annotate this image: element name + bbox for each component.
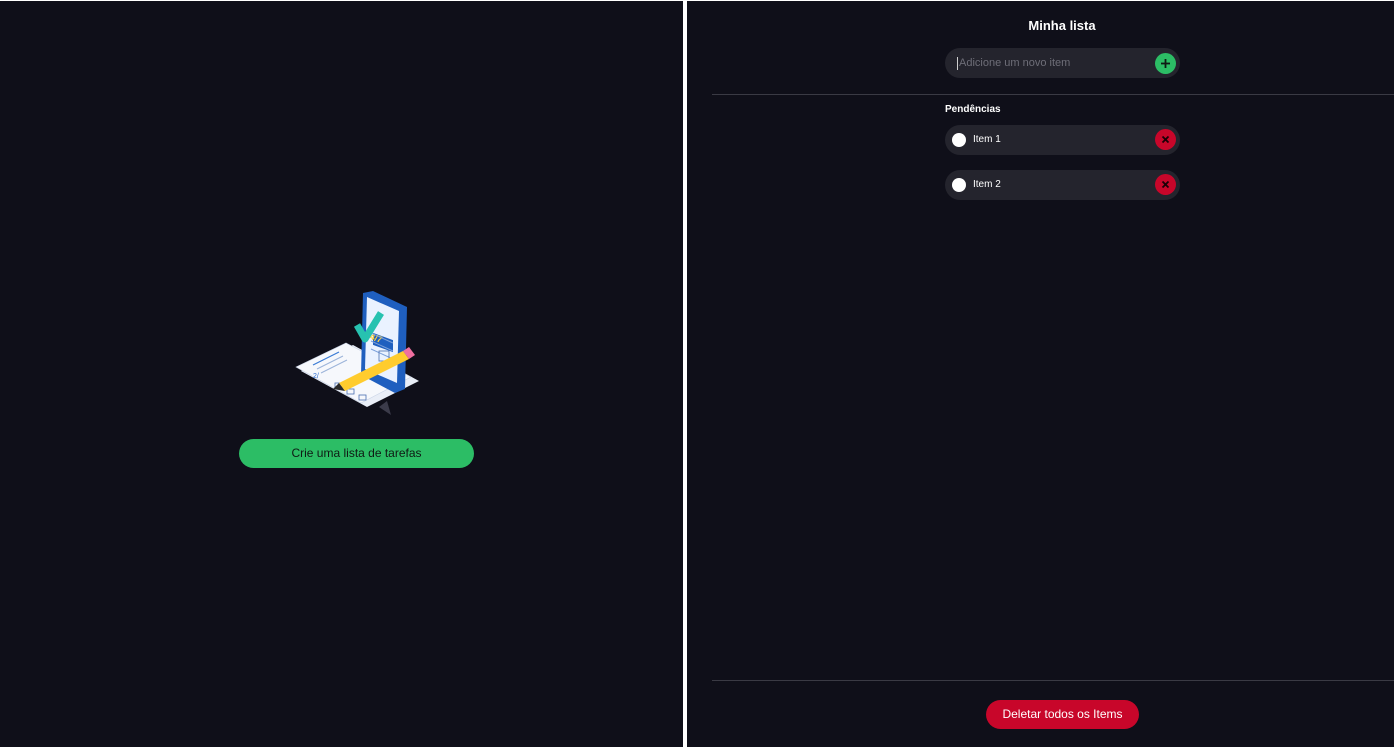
delete-all-button[interactable]: Deletar todos os Items — [986, 700, 1139, 729]
checklist-illustration: 2/ 24/7 — [295, 291, 419, 415]
list-item: Item 2 — [945, 170, 1180, 200]
item-label: Item 2 — [973, 179, 1001, 190]
item-checkbox[interactable] — [952, 178, 966, 192]
divider — [712, 94, 1394, 95]
close-icon — [1161, 135, 1170, 144]
delete-item-button[interactable] — [1155, 129, 1176, 150]
item-label: Item 1 — [973, 134, 1001, 145]
svg-text:2/: 2/ — [313, 373, 319, 380]
list-item: Item 1 — [945, 125, 1180, 155]
plus-icon — [1161, 59, 1170, 68]
page-title: Minha lista — [1028, 18, 1096, 33]
pending-section-label: Pendências — [945, 104, 1001, 115]
add-item-button[interactable] — [1155, 53, 1176, 74]
add-item-row — [945, 48, 1180, 78]
new-item-input[interactable] — [957, 57, 1147, 70]
create-list-button[interactable]: Crie uma lista de tarefas — [239, 439, 474, 468]
divider — [712, 680, 1394, 681]
app-root: 2/ 24/7 Crie uma lista de tarefas Minha … — [0, 0, 1394, 747]
close-icon — [1161, 180, 1170, 189]
left-panel: 2/ 24/7 Crie uma lista de tarefas — [0, 1, 683, 747]
delete-item-button[interactable] — [1155, 174, 1176, 195]
item-checkbox[interactable] — [952, 133, 966, 147]
right-panel: Minha lista Pendências Item 1 — [687, 1, 1394, 747]
